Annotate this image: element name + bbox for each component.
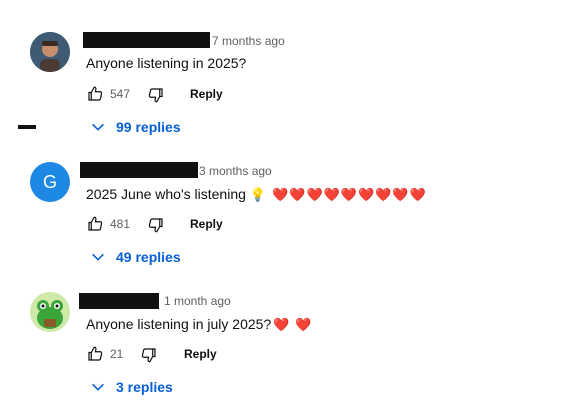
avatar[interactable] xyxy=(30,292,70,332)
thumbs-up-icon xyxy=(86,215,104,233)
thumbs-up-icon xyxy=(86,345,104,363)
reply-button[interactable]: Reply xyxy=(190,217,223,231)
replies-count-label: 3 replies xyxy=(116,379,173,395)
like-count: 21 xyxy=(110,347,124,361)
like-button[interactable]: 547 xyxy=(86,85,130,103)
comment-text: 2025 June who's listening xyxy=(86,186,246,202)
comment-time[interactable]: 1 month ago xyxy=(164,293,231,309)
like-button[interactable]: 21 xyxy=(86,345,123,363)
thumbs-down-icon[interactable] xyxy=(147,216,165,234)
hearts-emoji: ❤️❤️❤️❤️❤️❤️❤️❤️❤️ xyxy=(272,187,427,202)
reply-button[interactable]: Reply xyxy=(190,87,223,101)
replies-count-label: 99 replies xyxy=(116,119,181,135)
avatar[interactable]: G xyxy=(30,162,70,202)
reply-button[interactable]: Reply xyxy=(184,347,217,361)
like-count: 481 xyxy=(110,217,131,231)
like-count: 547 xyxy=(110,87,131,101)
comment-text-row: 2025 June who's listening 💡 ❤️❤️❤️❤️❤️❤️❤️… xyxy=(86,184,427,205)
comment-text: Anyone listening in 2025? xyxy=(86,55,247,71)
comment-time[interactable]: 3 months ago xyxy=(199,163,272,179)
view-replies-button[interactable]: 99 replies xyxy=(90,119,181,135)
view-replies-button[interactable]: 3 replies xyxy=(90,379,173,395)
thumbs-down-icon[interactable] xyxy=(147,86,165,104)
comment-text: Anyone listening in july 2025? xyxy=(86,316,272,332)
author-name-redacted[interactable] xyxy=(80,162,198,178)
replies-count-label: 49 replies xyxy=(116,249,181,265)
author-name-redacted[interactable] xyxy=(79,293,159,309)
thumbs-down-icon[interactable] xyxy=(140,346,158,364)
collapse-dash[interactable] xyxy=(18,125,36,129)
thumbs-up-icon xyxy=(86,85,104,103)
chevron-down-icon xyxy=(92,123,104,131)
view-replies-button[interactable]: 49 replies xyxy=(90,249,181,265)
avatar[interactable] xyxy=(30,32,70,72)
author-name-redacted[interactable] xyxy=(83,32,210,48)
lightbulb-emoji: 💡 xyxy=(249,187,267,202)
chevron-down-icon xyxy=(92,383,104,391)
hearts-emoji: ❤️ ❤️ xyxy=(273,317,313,332)
comment-text-row: Anyone listening in july 2025? ❤️ ❤️ xyxy=(86,314,312,335)
comment-time[interactable]: 7 months ago xyxy=(212,33,285,49)
chevron-down-icon xyxy=(92,253,104,261)
like-button[interactable]: 481 xyxy=(86,215,130,233)
